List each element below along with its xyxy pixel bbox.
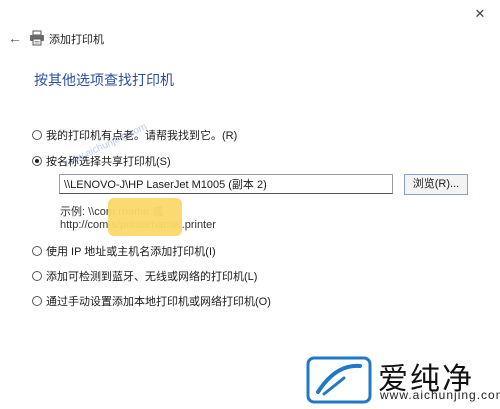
option-select-shared-printer[interactable]: 按名称选择共享打印机(S) — [32, 153, 171, 169]
close-icon[interactable]: ✕ — [469, 4, 491, 24]
browse-button[interactable]: 浏览(R)... — [404, 174, 468, 195]
option-label: 我的打印机有点老。请帮我找到它。(R) — [46, 130, 238, 142]
page-heading: 按其他选项查找打印机 — [34, 72, 174, 88]
radio-select-shared[interactable] — [32, 156, 42, 166]
back-arrow-icon[interactable]: ← — [6, 29, 24, 47]
option-label: 按名称选择共享打印机(S) — [46, 156, 171, 168]
option-tcpip[interactable]: 使用 IP 地址或主机名添加打印机(I) — [32, 243, 216, 259]
radio-manual[interactable] — [32, 296, 42, 306]
radio-not-listed[interactable] — [32, 130, 42, 140]
radio-tcpip[interactable] — [32, 246, 42, 256]
option-label: 添加可检测到蓝牙、无线或网络的打印机(L) — [46, 271, 258, 283]
redaction-overlay — [108, 198, 182, 236]
option-bluetooth-wireless[interactable]: 添加可检测到蓝牙、无线或网络的打印机(L) — [32, 268, 257, 284]
shared-printer-name-input[interactable] — [59, 174, 393, 194]
watermark-url: www.aichunjing.com — [380, 388, 500, 402]
window-title: 添加打印机 — [49, 34, 104, 46]
option-label: 通过手动设置添加本地打印机或网络打印机(O) — [46, 296, 271, 308]
radio-bluetooth[interactable] — [32, 271, 42, 281]
watermark-logo-icon — [306, 356, 372, 404]
option-label: 使用 IP 地址或主机名添加打印机(I) — [46, 246, 216, 258]
printer-icon — [30, 30, 44, 46]
option-printer-not-listed[interactable]: 我的打印机有点老。请帮我找到它。(R) — [32, 127, 237, 143]
option-manual-settings[interactable]: 通过手动设置添加本地打印机或网络打印机(O) — [32, 293, 271, 309]
